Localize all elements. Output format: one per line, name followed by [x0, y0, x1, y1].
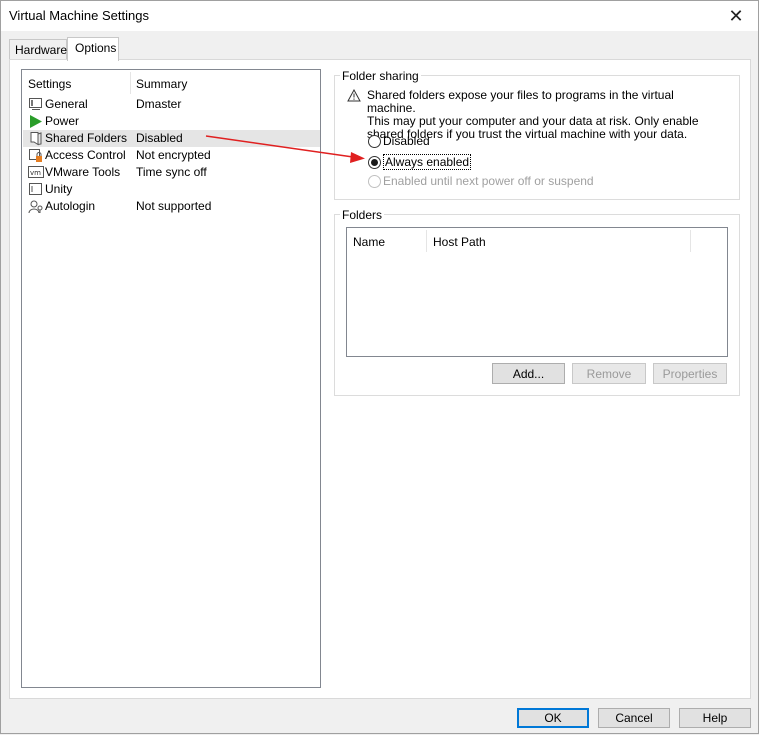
annotation-arrow [205, 135, 365, 163]
ok-button[interactable]: OK [517, 708, 589, 728]
tab-options[interactable]: Options [67, 37, 119, 61]
cancel-button[interactable]: Cancel [598, 708, 670, 728]
settings-window: Virtual Machine Settings ✕ Hardware Opti… [0, 0, 759, 734]
help-button[interactable]: Help [679, 708, 751, 728]
